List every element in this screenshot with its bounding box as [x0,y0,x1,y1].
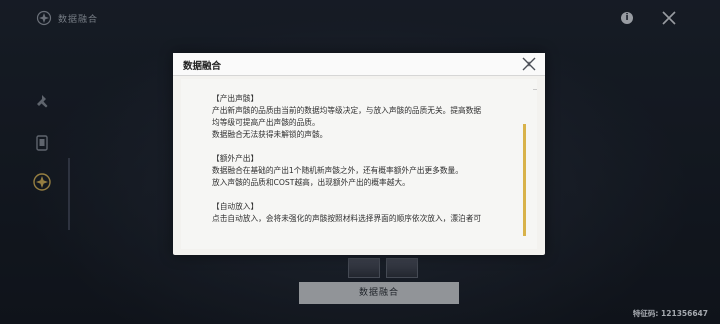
corner-decoration [533,89,537,100]
section-text-line: 点击自动放入，会将未强化的声骸按照材料选择界面的顺序依次放入，漂泊者可 [212,214,482,223]
dialog-header: 数据融合 [173,53,545,76]
dialog-body[interactable]: 【产出声骸】产出新声骸的品质由当前的数据均等级决定，与放入声骸的品质无关。提高数… [181,79,537,249]
section-heading: 【产出声骸】 [212,94,259,103]
help-section: 【产出声骸】产出新声骸的品质由当前的数据均等级决定，与放入声骸的品质无关。提高数… [212,93,512,141]
section-text-line: 产出新声骸的品质由当前的数据均等级决定，与放入声骸的品质无关。提高数据 [212,106,482,115]
dialog-title: 数据融合 [183,61,222,72]
section-text-line: 数据融合无法获得未解锁的声骸。 [212,130,328,139]
help-section: 【自动放入】点击自动放入，会将未强化的声骸按照材料选择界面的顺序依次放入，漂泊者… [212,201,512,225]
section-text-line: 放入声骸的品质和COST越高，出现额外产出的概率越大。 [212,178,410,187]
scroll-thumb[interactable] [523,124,526,236]
section-heading: 【自动放入】 [212,202,259,211]
help-dialog: 数据融合 【产出声骸】产出新声骸的品质由当前的数据均等级决定，与放入声骸的品质无… [173,53,545,255]
help-section: 【额外产出】数据融合在基础的产出1个随机新声骸之外，还有概率额外产出更多数量。放… [212,153,512,189]
help-text: 【产出声骸】产出新声骸的品质由当前的数据均等级决定，与放入声骸的品质无关。提高数… [212,93,512,237]
section-text-line: 数据融合在基础的产出1个随机新声骸之外，还有概率额外产出更多数量。 [212,166,463,175]
section-text-line: 均等级可提高产出声骸的品质。 [212,118,320,127]
section-heading: 【额外产出】 [212,154,259,163]
close-x-icon[interactable] [519,55,539,73]
scrollbar[interactable] [523,124,526,236]
